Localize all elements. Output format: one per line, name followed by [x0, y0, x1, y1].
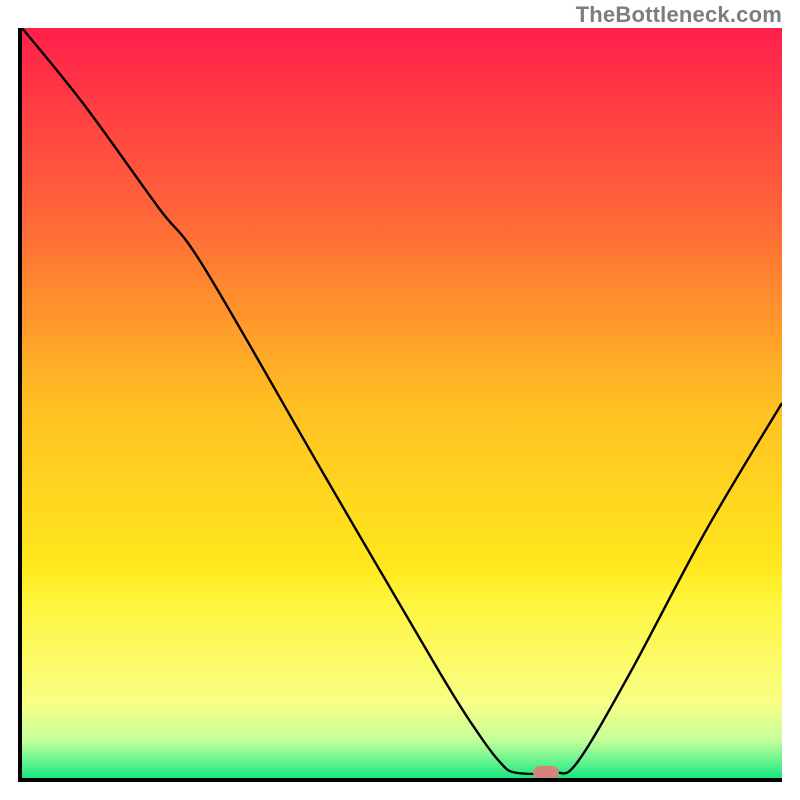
attribution-text: TheBottleneck.com: [576, 2, 782, 28]
bottleneck-curve: [22, 28, 782, 778]
chart-container: TheBottleneck.com: [0, 0, 800, 800]
plot-area: [18, 28, 782, 782]
optimal-marker: [533, 766, 559, 780]
